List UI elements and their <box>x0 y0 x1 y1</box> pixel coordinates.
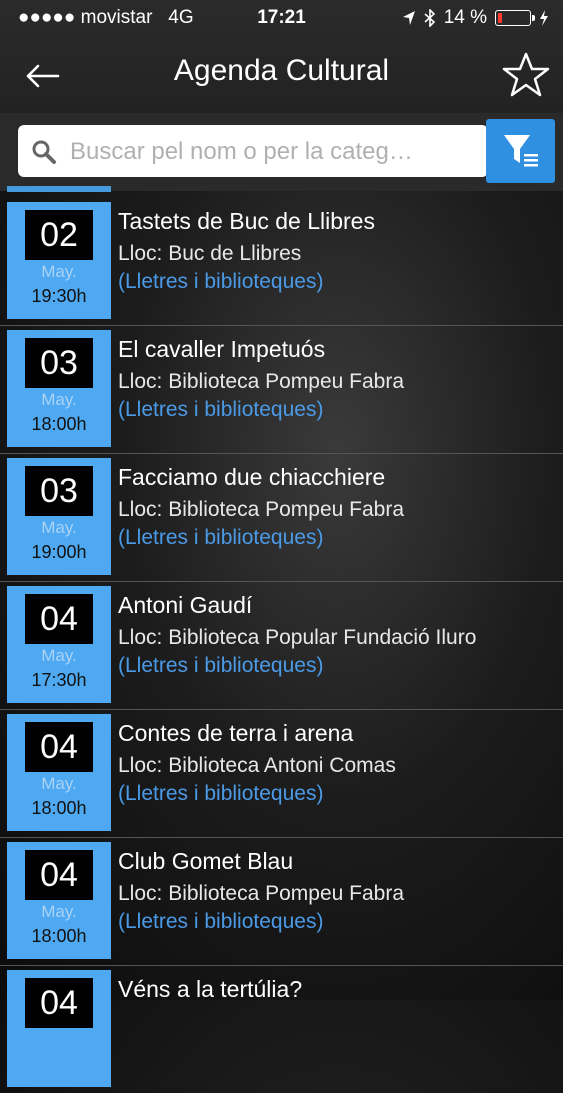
event-time: 18:00h <box>31 798 87 818</box>
event-place: Lloc: Biblioteca Antoni Comas <box>118 754 396 777</box>
event-title: Club Gomet Blau <box>118 848 294 874</box>
date-box: 04 <box>7 970 111 1087</box>
date-box: 04 May. 18:00h <box>7 842 111 959</box>
bluetooth-icon <box>424 9 435 27</box>
event-place: Lloc: Biblioteca Pompeu Fabra <box>118 370 404 393</box>
event-day: 04 <box>25 978 93 1028</box>
event-item[interactable]: 04 May. 18:00h Contes de terra i arena L… <box>0 710 563 838</box>
filter-icon <box>504 135 538 167</box>
event-month: May. <box>41 902 77 921</box>
search-row: Buscar pel nom o per la categ… <box>0 113 563 191</box>
event-month: May. <box>41 646 77 665</box>
event-month: May. <box>41 262 77 281</box>
event-time: 18:00h <box>31 414 87 434</box>
charging-icon <box>540 10 548 26</box>
event-day: 04 <box>25 722 93 772</box>
event-day: 02 <box>25 210 93 260</box>
location-icon <box>402 11 415 25</box>
date-box: 02 May. 19:30h <box>7 202 111 319</box>
navigation-bar: Agenda Cultural <box>0 40 563 110</box>
date-box: 03 May. 19:00h <box>7 458 111 575</box>
event-time: 19:30h <box>31 286 87 306</box>
status-bar: ●●●●● movistar 4G 17:21 14 % <box>0 0 563 36</box>
date-box: 03 May. 18:00h <box>7 330 111 447</box>
event-place: Lloc: Biblioteca Popular Fundació Iluro <box>118 626 477 649</box>
event-title: Facciamo due chiacchiere <box>118 464 386 490</box>
event-month: May. <box>41 774 77 793</box>
filter-button[interactable] <box>486 119 555 183</box>
top-bar: ●●●●● movistar 4G 17:21 14 % Agenda Cult… <box>0 0 563 113</box>
event-time: 19:00h <box>31 542 87 562</box>
date-box: 04 May. 18:00h <box>7 714 111 831</box>
event-day: 03 <box>25 338 93 388</box>
event-place: Lloc: Biblioteca Pompeu Fabra <box>118 882 404 905</box>
event-day: 03 <box>25 466 93 516</box>
event-title: El cavaller Impetuós <box>118 336 326 362</box>
event-item[interactable]: 03 May. 18:00h El cavaller Impetuós Lloc… <box>0 326 563 454</box>
event-item[interactable]: 02 May. 19:30h Tastets de Buc de Llibres… <box>0 198 563 326</box>
event-day: 04 <box>25 594 93 644</box>
event-title: Antoni Gaudí <box>118 592 253 618</box>
event-category: (Lletres i biblioteques) <box>118 526 324 549</box>
event-item[interactable]: 04 Véns a la tertúlia? <box>0 966 563 1093</box>
search-input[interactable]: Buscar pel nom o per la categ… <box>18 125 488 177</box>
event-title: Tastets de Buc de Llibres <box>118 208 375 234</box>
event-time: 18:00h <box>31 926 87 946</box>
status-right: 14 % <box>402 7 549 29</box>
date-box: 04 May. 17:30h <box>7 586 111 703</box>
event-category: (Lletres i biblioteques) <box>118 654 324 677</box>
event-title: Véns a la tertúlia? <box>118 976 303 1002</box>
search-icon <box>32 140 56 164</box>
event-day: 04 <box>25 850 93 900</box>
event-place: Lloc: Biblioteca Pompeu Fabra <box>118 498 404 521</box>
battery-icon <box>495 10 535 26</box>
search-placeholder: Buscar pel nom o per la categ… <box>70 138 413 165</box>
event-place: Lloc: Buc de Llibres <box>118 242 302 265</box>
event-item[interactable]: 04 May. 18:00h Club Gomet Blau Lloc: Bib… <box>0 838 563 966</box>
page-title: Agenda Cultural <box>173 54 390 87</box>
event-item[interactable]: 04 May. 17:30h Antoni Gaudí Lloc: Biblio… <box>0 582 563 710</box>
event-title: Contes de terra i arena <box>118 720 354 746</box>
event-category: (Lletres i biblioteques) <box>118 910 324 933</box>
event-month: May. <box>41 390 77 409</box>
event-category: (Lletres i biblioteques) <box>118 270 324 293</box>
event-item[interactable]: 03 May. 19:00h Facciamo due chiacchiere … <box>0 454 563 582</box>
scroll-indicator <box>7 186 111 192</box>
star-icon[interactable] <box>501 50 551 100</box>
event-time: 17:30h <box>31 670 87 690</box>
event-category: (Lletres i biblioteques) <box>118 782 324 805</box>
event-month: May. <box>41 518 77 537</box>
event-category: (Lletres i biblioteques) <box>118 398 324 421</box>
battery-percent: 14 % <box>443 7 487 28</box>
